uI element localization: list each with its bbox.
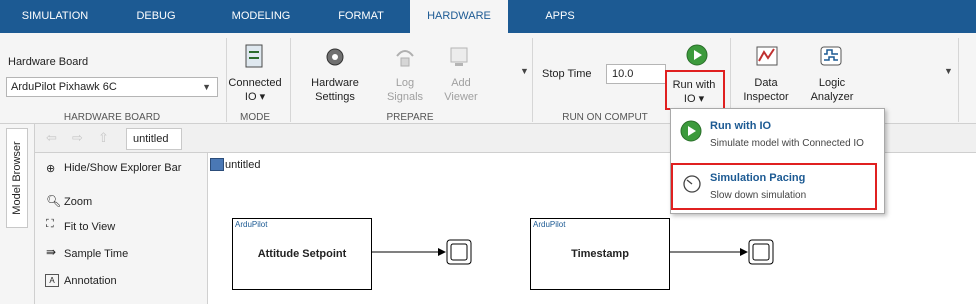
chevron-down-icon[interactable]: ▼	[520, 66, 529, 76]
model-tab-untitled[interactable]: untitled	[126, 128, 182, 150]
section-hardware-board: HARDWARE BOARD	[63, 112, 161, 123]
block-title: Timestamp	[571, 248, 629, 260]
add-viewer-label: Add Viewer	[444, 77, 478, 103]
ribbon-tab-bar: SIMULATION DEBUG MODELING FORMAT HARDWAR…	[0, 0, 976, 33]
menu-item-run-with-io[interactable]: Run with IO	[710, 120, 771, 132]
divider	[290, 38, 291, 122]
data-inspector-label: Data Inspector	[743, 77, 789, 103]
logic-analyzer-button[interactable]	[818, 44, 844, 70]
tab-hardware[interactable]: HARDWARE	[410, 0, 508, 33]
section-mode: MODE	[240, 112, 270, 123]
menu-item-run-with-io-desc: Simulate model with Connected IO	[710, 138, 864, 149]
zoom-icon: 🔍︎	[46, 194, 62, 208]
palette-item-explorer[interactable]: Hide/Show Explorer Bar	[64, 162, 181, 174]
log-signals-icon	[396, 50, 414, 67]
tab-modeling[interactable]: MODELING	[224, 0, 298, 33]
connected-io-label: Connected IO ▾	[228, 77, 282, 103]
fit-icon: ⛶	[46, 218, 54, 230]
model-browser-label: Model Browser	[11, 141, 23, 215]
divider	[532, 38, 533, 122]
run-with-io-menu-icon	[680, 120, 702, 142]
tab-simulation[interactable]: SIMULATION	[14, 0, 96, 33]
explorer-palette	[35, 153, 208, 304]
play-icon	[686, 44, 708, 66]
hardware-settings-label: Hardware Settings	[311, 77, 359, 103]
hardware-board-label: Hardware Board	[8, 56, 89, 68]
breadcrumb[interactable]: untitled	[225, 159, 260, 171]
divider	[958, 38, 959, 122]
logic-analyzer-icon	[820, 46, 842, 66]
stop-time-field[interactable]: 10.0	[606, 64, 666, 84]
section-prepare: PREPARE	[386, 112, 434, 123]
block-title: Attitude Setpoint	[257, 248, 347, 260]
block-tag: ArduPilot	[533, 220, 566, 229]
hardware-board-select[interactable]: ArduPilot Pixhawk 6C ▼	[6, 77, 218, 97]
simulation-pacing-highlight	[671, 163, 877, 210]
palette-item-fit-to-view[interactable]: Fit to View	[64, 221, 115, 233]
tab-apps[interactable]: APPS	[540, 0, 580, 33]
up-arrow-icon[interactable]: ⇧	[98, 130, 109, 146]
run-with-io-highlight	[665, 70, 725, 110]
chevron-down-icon: ▼	[202, 82, 211, 92]
annotation-icon: A	[45, 274, 59, 287]
hardware-board-value: ArduPilot Pixhawk 6C	[11, 81, 117, 93]
section-run-on-computer: RUN ON COMPUT	[562, 112, 648, 123]
connected-io-icon	[245, 44, 263, 68]
tab-debug[interactable]: DEBUG	[126, 0, 186, 33]
tab-format[interactable]: FORMAT	[330, 0, 392, 33]
signal-line	[372, 239, 472, 265]
stop-time-label: Stop Time	[542, 68, 592, 80]
logic-analyzer-label: Logic Analyzer	[810, 77, 854, 103]
connected-io-button[interactable]	[240, 42, 270, 72]
palette-item-sample-time[interactable]: Sample Time	[64, 248, 128, 260]
data-inspector-icon	[756, 46, 778, 66]
block-tag: ArduPilot	[235, 220, 268, 229]
log-signals-button[interactable]	[392, 44, 418, 70]
back-arrow-icon[interactable]: ⇦	[46, 130, 57, 146]
chevron-down-icon[interactable]: ▼	[944, 66, 953, 76]
arrow-icon: ⇛	[46, 245, 57, 259]
signal-line	[670, 239, 774, 265]
run-with-io-button[interactable]	[686, 44, 710, 68]
gear-icon	[326, 48, 344, 66]
add-viewer-button[interactable]	[446, 44, 472, 70]
explorer-icon: ⊕	[46, 163, 56, 175]
palette-item-zoom[interactable]: Zoom	[64, 196, 92, 208]
data-inspector-button[interactable]	[754, 44, 780, 70]
hardware-settings-button[interactable]	[322, 44, 348, 70]
palette-item-annotation[interactable]: Annotation	[64, 275, 117, 287]
log-signals-label: Log Signals	[386, 77, 424, 103]
forward-arrow-icon[interactable]: ⇨	[72, 130, 83, 146]
model-icon	[210, 158, 224, 171]
add-viewer-icon	[450, 47, 468, 66]
